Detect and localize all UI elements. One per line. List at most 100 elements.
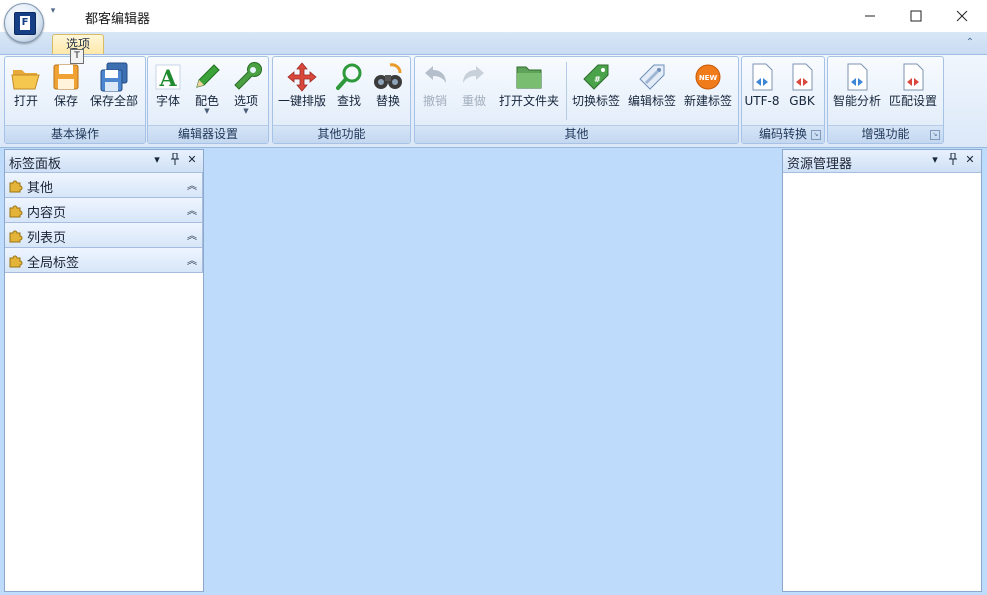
close-window-button[interactable] [939,0,985,32]
utf8-button[interactable]: UTF-8 [744,59,780,123]
smart-analysis-button[interactable]: 智能分析 [830,59,884,123]
chevron-up-icon[interactable]: ︽ [187,202,197,217]
auto-format-button[interactable]: 一键排版 [275,59,329,123]
utf8-doc-icon [752,63,773,91]
panel-header: 资源管理器 ▾ ✕ [783,150,981,173]
svg-text:A: A [158,66,177,92]
panel-pin-icon[interactable] [168,152,182,169]
svg-text:#: # [594,75,601,84]
section-global-tags[interactable]: 全局标签 ︽ [5,248,203,273]
button-label: 保存 [53,94,78,108]
dropdown-arrow-icon: ▼ [204,107,210,115]
app-logo-letter: F [20,16,30,30]
button-label: 打开文件夹 [498,94,559,108]
save-icon [53,64,79,90]
color-scheme-button[interactable]: 配色 ▼ [189,59,225,123]
panel-close-icon[interactable]: ✕ [963,153,977,169]
window-title: 都客编辑器 [85,12,151,27]
button-label: 打开 [13,94,38,108]
minimize-icon [865,15,875,17]
save-all-button[interactable]: 保存全部 [86,59,142,123]
binoculars-icon [374,63,402,89]
chevron-up-icon[interactable]: ︽ [187,252,197,267]
section-label: 内容页 [27,206,67,221]
dialog-launcher-icon[interactable]: ↘ [811,130,821,140]
puzzle-icon [9,230,23,243]
font-button[interactable]: A 字体 [151,59,185,123]
green-folder-icon [516,66,542,89]
button-label: 字体 [155,94,180,108]
new-tag-button[interactable]: NEW 新建标签 [681,59,735,123]
close-icon [956,10,968,22]
section-content-page[interactable]: 内容页 ︽ [5,198,203,223]
new-badge-text: NEW [699,74,718,82]
match-doc-icon [903,63,924,91]
button-label: 替换 [375,94,400,108]
puzzle-icon [9,205,23,218]
section-label: 其他 [27,181,54,196]
quick-access-customize-icon[interactable]: ▾ [48,6,58,20]
chevron-up-icon[interactable]: ︽ [187,227,197,242]
panel-menu-icon[interactable]: ▾ [150,153,164,169]
app-logo-icon: F [14,12,36,35]
edit-tag-button[interactable]: 编辑标签 [625,59,679,123]
button-label: 编辑标签 [627,94,676,108]
gbk-button[interactable]: GBK [784,59,820,123]
button-label: 匹配设置 [888,94,937,108]
group-label: 其他功能 [273,125,410,143]
button-label: 重做 [461,94,486,108]
group-label: 编辑器设置 [148,125,268,143]
switch-tag-button[interactable]: # 切换标签 [569,59,623,123]
options-button[interactable]: 选项 ▼ [228,59,264,123]
font-icon: A [155,64,181,92]
minimize-button[interactable] [847,0,893,32]
ribbon-tab-strip [0,32,987,54]
dropdown-arrow-icon: ▼ [243,107,249,115]
replace-button[interactable]: 替换 [370,59,406,123]
save-all-icon [100,62,128,92]
undo-icon [425,66,446,83]
button-label: 新建标签 [683,94,732,108]
wrench-icon [234,62,262,90]
panel-menu-icon[interactable]: ▾ [928,153,942,169]
panel-pin-icon[interactable] [946,152,960,169]
open-button[interactable]: 打开 [7,59,45,123]
puzzle-icon [9,255,23,268]
gbk-doc-icon [792,63,813,91]
green-tag-icon: # [583,64,609,90]
redo-icon [463,66,484,83]
open-folder-button[interactable]: 打开文件夹 [494,59,564,123]
save-button[interactable]: 保存 [47,59,85,123]
new-badge-icon: NEW [695,64,721,90]
section-list-page[interactable]: 列表页 ︽ [5,223,203,248]
section-label: 全局标签 [27,256,80,271]
chevron-up-icon[interactable]: ︽ [187,177,197,192]
folder-open-icon [11,70,40,90]
move-arrows-icon [287,62,317,92]
dialog-launcher-icon[interactable]: ↘ [930,130,940,140]
panel-header: 标签面板 ▾ ✕ [5,150,203,173]
button-label: 切换标签 [571,94,620,108]
group-label: 其他 [415,125,738,143]
panel-title: 标签面板 [9,157,62,172]
undo-button[interactable]: 撤销 [417,59,453,123]
tag-panel: 标签面板 ▾ ✕ 其他 ︽ 内容页 ︽ 列表页 ︽ 全局标签 ︽ [4,149,204,592]
button-label: 一键排版 [277,94,326,108]
maximize-button[interactable] [893,0,939,32]
button-label: 查找 [336,94,361,108]
application-menu-button[interactable]: F [4,3,44,43]
group-label: 基本操作 [5,125,145,143]
match-settings-button[interactable]: 匹配设置 [886,59,940,123]
pencil-icon [196,64,220,88]
redo-button[interactable]: 重做 [456,59,492,123]
find-button[interactable]: 查找 [332,59,366,123]
section-other[interactable]: 其他 ︽ [5,173,203,198]
group-label: 增强功能 [828,125,943,143]
panel-close-icon[interactable]: ✕ [185,153,199,169]
key-tip: T [70,49,84,64]
button-label: 保存全部 [89,94,138,108]
editor-workspace[interactable] [206,149,778,592]
button-label: UTF-8 [744,94,780,108]
button-label: 智能分析 [832,94,881,108]
ribbon-collapse-button[interactable]: ⌃ [963,36,977,50]
